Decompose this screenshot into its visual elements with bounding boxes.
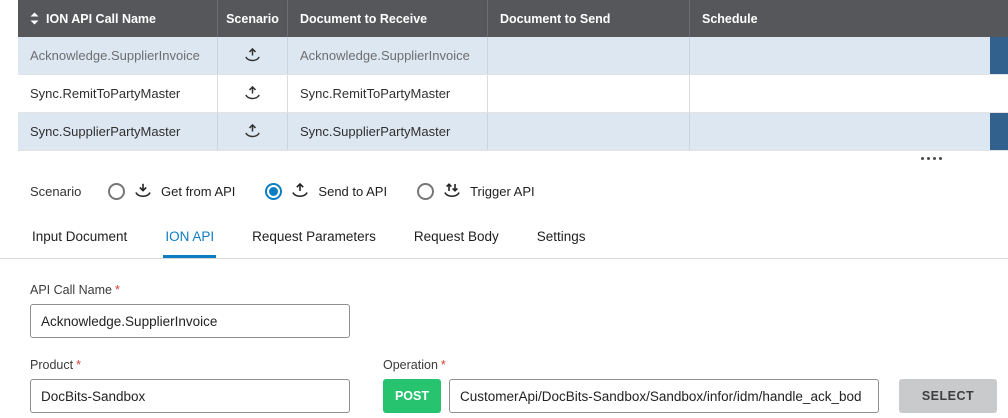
- product-field: Product *: [30, 358, 350, 413]
- operation-endpoint-input[interactable]: [449, 379, 879, 413]
- scenario-field: Scenario Get from API Send to API Trigge…: [30, 179, 1008, 203]
- cell-document-to-send: [488, 75, 690, 112]
- grip-dot-icon: [933, 156, 936, 160]
- ion-api-form: API Call Name* Product* Operation* POST …: [30, 283, 1008, 413]
- send-to-api-icon: [290, 182, 310, 200]
- table-header-row: ION API Call Name Scenario Document to R…: [18, 0, 1008, 37]
- cell-api-call-name: Sync.RemitToPartyMaster: [18, 75, 218, 112]
- column-header-label: ION API Call Name: [46, 11, 156, 26]
- api-call-name-field: API Call Name *: [30, 283, 1008, 338]
- api-call-name-input[interactable]: [30, 304, 350, 338]
- table-row[interactable]: Sync.SupplierPartyMaster Sync.SupplierPa…: [18, 113, 1008, 151]
- label-text: Product: [30, 358, 74, 372]
- scenario-option-label: Send to API: [318, 183, 388, 199]
- cell-api-call-name: Sync.SupplierPartyMaster: [18, 113, 218, 150]
- column-header-schedule[interactable]: Schedule: [690, 0, 1008, 37]
- tab-request-body[interactable]: Request Body: [412, 219, 501, 258]
- sort-icon[interactable]: [30, 12, 39, 25]
- label-text: API Call Name: [30, 283, 112, 297]
- get-from-api-icon: [133, 183, 153, 200]
- radio-checked[interactable]: [265, 182, 283, 200]
- send-to-api-icon: [243, 123, 262, 140]
- trigger-api-icon: [442, 182, 462, 200]
- table-row[interactable]: Sync.RemitToPartyMaster Sync.RemitToPart…: [18, 75, 1008, 113]
- detail-tabs: Input Document ION API Request Parameter…: [0, 219, 1008, 259]
- required-marker: *: [76, 358, 81, 372]
- scenario-option-trigger-api[interactable]: Trigger API: [417, 182, 535, 200]
- scenario-option-label: Get from API: [161, 183, 236, 199]
- grip-dot-icon: [927, 156, 930, 160]
- column-header-label: Scenario: [226, 11, 279, 26]
- grip-dot-icon: [939, 156, 942, 160]
- select-operation-button[interactable]: SELECT: [899, 379, 997, 413]
- tab-ion-api[interactable]: ION API: [163, 219, 217, 258]
- panel-resize-grip[interactable]: [0, 151, 1008, 165]
- scenario-label: Scenario: [30, 183, 82, 199]
- required-marker: *: [440, 358, 446, 372]
- product-label: Product *: [30, 358, 350, 372]
- tab-input-document[interactable]: Input Document: [30, 219, 129, 258]
- operation-label: Operation *: [383, 358, 997, 372]
- http-method-badge[interactable]: POST: [383, 379, 441, 413]
- column-header-label: Schedule: [702, 11, 758, 26]
- column-header-label: Document to Receive: [300, 11, 428, 26]
- label-text: Operation: [383, 358, 438, 372]
- cell-document-to-send: [488, 113, 690, 150]
- column-header-document-to-send[interactable]: Document to Send: [488, 0, 690, 37]
- cell-scenario: [218, 37, 288, 74]
- tab-request-parameters[interactable]: Request Parameters: [250, 219, 378, 258]
- tab-settings[interactable]: Settings: [535, 219, 588, 258]
- product-input[interactable]: [30, 379, 350, 413]
- radio-unchecked[interactable]: [417, 182, 435, 200]
- cell-document-to-receive: Sync.RemitToPartyMaster: [288, 75, 488, 112]
- scenario-option-send-to-api[interactable]: Send to API: [265, 182, 388, 200]
- api-call-name-label: API Call Name *: [30, 283, 1008, 297]
- send-to-api-icon: [243, 85, 262, 102]
- column-header-scenario[interactable]: Scenario: [218, 0, 288, 37]
- required-marker: *: [114, 283, 120, 297]
- column-header-label: Document to Send: [500, 11, 611, 26]
- grip-dot-icon: [921, 156, 924, 160]
- column-header-ion-api-call-name[interactable]: ION API Call Name: [18, 0, 218, 37]
- cell-document-to-send: [488, 37, 690, 74]
- table-row[interactable]: Acknowledge.SupplierInvoice Acknowledge.…: [18, 37, 1008, 75]
- scenario-option-get-from-api[interactable]: Get from API: [108, 182, 236, 200]
- api-calls-table: ION API Call Name Scenario Document to R…: [18, 0, 1008, 151]
- cell-schedule: [690, 75, 1008, 112]
- cell-document-to-receive: Sync.SupplierPartyMaster: [288, 113, 488, 150]
- send-to-api-icon: [243, 47, 262, 64]
- cell-document-to-receive: Acknowledge.SupplierInvoice: [288, 37, 488, 74]
- cell-scenario: [218, 75, 288, 112]
- cell-schedule: [690, 37, 1008, 74]
- scenario-option-label: Trigger API: [470, 183, 535, 199]
- cell-scenario: [218, 113, 288, 150]
- cell-api-call-name: Acknowledge.SupplierInvoice: [18, 37, 218, 74]
- operation-field: Operation* POST SELECT: [383, 358, 997, 413]
- column-header-document-to-receive[interactable]: Document to Receive: [288, 0, 488, 37]
- cell-schedule: [690, 113, 1008, 150]
- radio-unchecked[interactable]: [108, 182, 125, 200]
